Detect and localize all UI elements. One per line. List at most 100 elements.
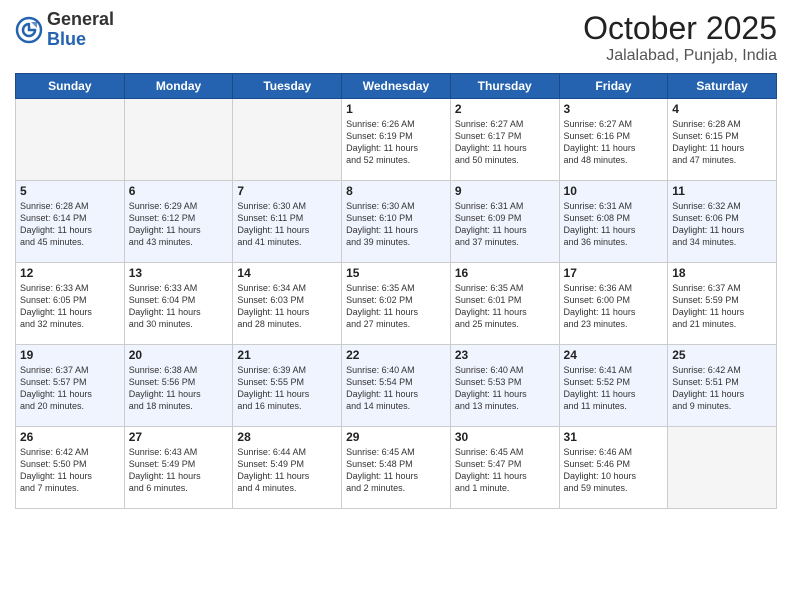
day-content: Sunrise: 6:36 AM Sunset: 6:00 PM Dayligh… [564,282,664,331]
day-number: 20 [129,348,229,362]
table-row: 19 Sunrise: 6:37 AM Sunset: 5:57 PM Dayli… [16,345,125,427]
table-row: 6 Sunrise: 6:29 AM Sunset: 6:12 PM Daylig… [124,181,233,263]
table-row: 25 Sunrise: 6:42 AM Sunset: 5:51 PM Dayli… [668,345,777,427]
day-number: 27 [129,430,229,444]
logo: General Blue [15,10,114,50]
table-row: 31 Sunrise: 6:46 AM Sunset: 5:46 PM Dayli… [559,427,668,509]
table-row: 12Sunrise: 6:33 AM Sunset: 6:05 PM Dayli… [16,263,125,345]
month-title: October 2025 [583,10,777,47]
table-row: 30 Sunrise: 6:45 AM Sunset: 5:47 PM Dayli… [450,427,559,509]
day-content: Sunrise: 6:42 AM Sunset: 5:50 PM Dayligh… [20,446,120,495]
calendar-header-row: Sunday Monday Tuesday Wednesday Thursday… [16,74,777,99]
calendar-week-row: 5 Sunrise: 6:28 AM Sunset: 6:14 PM Daylig… [16,181,777,263]
day-number: 11 [672,184,772,198]
header: General Blue October 2025 Jalalabad, Pun… [15,10,777,65]
day-content: Sunrise: 6:28 AM Sunset: 6:14 PM Dayligh… [20,200,120,249]
day-content: Sunrise: 6:27 AM Sunset: 6:16 PM Dayligh… [564,118,664,167]
day-number: 2 [455,102,555,116]
col-wednesday: Wednesday [342,74,451,99]
day-content: Sunrise: 6:43 AM Sunset: 5:49 PM Dayligh… [129,446,229,495]
day-content: Sunrise: 6:37 AM Sunset: 5:59 PM Dayligh… [672,282,772,331]
day-number: 25 [672,348,772,362]
day-number: 12 [20,266,120,280]
table-row: 16 Sunrise: 6:35 AM Sunset: 6:01 PM Dayli… [450,263,559,345]
day-content: Sunrise: 6:42 AM Sunset: 5:51 PM Dayligh… [672,364,772,413]
day-content: Sunrise: 6:40 AM Sunset: 5:53 PM Dayligh… [455,364,555,413]
day-number: 18 [672,266,772,280]
day-number: 23 [455,348,555,362]
day-content: Sunrise: 6:27 AM Sunset: 6:17 PM Dayligh… [455,118,555,167]
day-number: 7 [237,184,337,198]
day-content: Sunrise: 6:30 AM Sunset: 6:11 PM Dayligh… [237,200,337,249]
day-content: Sunrise: 6:35 AM Sunset: 6:02 PM Dayligh… [346,282,446,331]
day-content: Sunrise: 6:29 AM Sunset: 6:12 PM Dayligh… [129,200,229,249]
table-row: 24 Sunrise: 6:41 AM Sunset: 5:52 PM Dayli… [559,345,668,427]
col-sunday: Sunday [16,74,125,99]
calendar-week-row: 12Sunrise: 6:33 AM Sunset: 6:05 PM Dayli… [16,263,777,345]
day-content: Sunrise: 6:33 AM Sunset: 6:04 PM Dayligh… [129,282,229,331]
day-content: Sunrise: 6:45 AM Sunset: 5:48 PM Dayligh… [346,446,446,495]
day-content: Sunrise: 6:31 AM Sunset: 6:09 PM Dayligh… [455,200,555,249]
calendar-table: Sunday Monday Tuesday Wednesday Thursday… [15,73,777,509]
day-content: Sunrise: 6:30 AM Sunset: 6:10 PM Dayligh… [346,200,446,249]
table-row: 3Sunrise: 6:27 AM Sunset: 6:16 PM Daylig… [559,99,668,181]
day-content: Sunrise: 6:46 AM Sunset: 5:46 PM Dayligh… [564,446,664,495]
table-row: 1 Sunrise: 6:26 AM Sunset: 6:19 PM Daylig… [342,99,451,181]
day-content: Sunrise: 6:41 AM Sunset: 5:52 PM Dayligh… [564,364,664,413]
table-row: 26Sunrise: 6:42 AM Sunset: 5:50 PM Dayli… [16,427,125,509]
day-number: 22 [346,348,446,362]
day-number: 24 [564,348,664,362]
table-row: 20 Sunrise: 6:38 AM Sunset: 5:56 PM Dayli… [124,345,233,427]
table-row [16,99,125,181]
day-number: 31 [564,430,664,444]
table-row: 4Sunrise: 6:28 AM Sunset: 6:15 PM Daylig… [668,99,777,181]
day-content: Sunrise: 6:26 AM Sunset: 6:19 PM Dayligh… [346,118,446,167]
col-saturday: Saturday [668,74,777,99]
day-number: 30 [455,430,555,444]
table-row: 18 Sunrise: 6:37 AM Sunset: 5:59 PM Dayli… [668,263,777,345]
day-number: 8 [346,184,446,198]
logo-icon [15,16,43,44]
title-block: October 2025 Jalalabad, Punjab, India [583,10,777,65]
table-row: 27 Sunrise: 6:43 AM Sunset: 5:49 PM Dayli… [124,427,233,509]
table-row: 13 Sunrise: 6:33 AM Sunset: 6:04 PM Dayli… [124,263,233,345]
table-row: 2 Sunrise: 6:27 AM Sunset: 6:17 PM Daylig… [450,99,559,181]
table-row: 7 Sunrise: 6:30 AM Sunset: 6:11 PM Daylig… [233,181,342,263]
day-content: Sunrise: 6:34 AM Sunset: 6:03 PM Dayligh… [237,282,337,331]
table-row [668,427,777,509]
day-number: 5 [20,184,120,198]
day-number: 19 [20,348,120,362]
day-number: 28 [237,430,337,444]
day-content: Sunrise: 6:37 AM Sunset: 5:57 PM Dayligh… [20,364,120,413]
table-row: 21Sunrise: 6:39 AM Sunset: 5:55 PM Dayli… [233,345,342,427]
table-row: 23 Sunrise: 6:40 AM Sunset: 5:53 PM Dayli… [450,345,559,427]
day-number: 14 [237,266,337,280]
col-monday: Monday [124,74,233,99]
day-content: Sunrise: 6:45 AM Sunset: 5:47 PM Dayligh… [455,446,555,495]
col-thursday: Thursday [450,74,559,99]
table-row: 14 Sunrise: 6:34 AM Sunset: 6:03 PM Dayli… [233,263,342,345]
table-row: 17 Sunrise: 6:36 AM Sunset: 6:00 PM Dayli… [559,263,668,345]
day-number: 13 [129,266,229,280]
table-row: 29 Sunrise: 6:45 AM Sunset: 5:48 PM Dayli… [342,427,451,509]
day-content: Sunrise: 6:35 AM Sunset: 6:01 PM Dayligh… [455,282,555,331]
day-content: Sunrise: 6:31 AM Sunset: 6:08 PM Dayligh… [564,200,664,249]
day-content: Sunrise: 6:44 AM Sunset: 5:49 PM Dayligh… [237,446,337,495]
calendar-week-row: 19 Sunrise: 6:37 AM Sunset: 5:57 PM Dayli… [16,345,777,427]
table-row: 22Sunrise: 6:40 AM Sunset: 5:54 PM Dayli… [342,345,451,427]
calendar-week-row: 1 Sunrise: 6:26 AM Sunset: 6:19 PM Daylig… [16,99,777,181]
logo-text: General Blue [47,10,114,50]
col-friday: Friday [559,74,668,99]
day-content: Sunrise: 6:39 AM Sunset: 5:55 PM Dayligh… [237,364,337,413]
calendar-week-row: 26Sunrise: 6:42 AM Sunset: 5:50 PM Dayli… [16,427,777,509]
table-row: 10Sunrise: 6:31 AM Sunset: 6:08 PM Dayli… [559,181,668,263]
day-number: 17 [564,266,664,280]
day-number: 29 [346,430,446,444]
table-row: 15 Sunrise: 6:35 AM Sunset: 6:02 PM Dayli… [342,263,451,345]
day-number: 16 [455,266,555,280]
day-number: 1 [346,102,446,116]
table-row [233,99,342,181]
day-number: 15 [346,266,446,280]
day-number: 6 [129,184,229,198]
day-content: Sunrise: 6:38 AM Sunset: 5:56 PM Dayligh… [129,364,229,413]
